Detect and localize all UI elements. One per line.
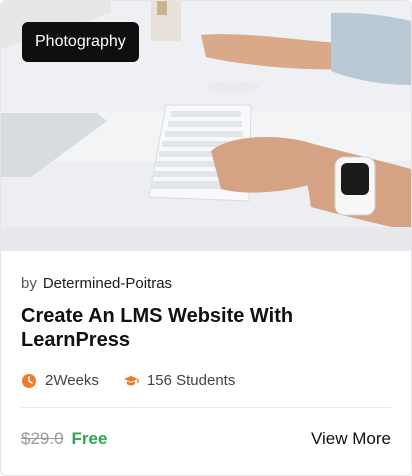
old-price: $29.0 <box>21 429 64 448</box>
price: $29.0 Free <box>21 429 107 449</box>
author-prefix: by <box>21 275 37 292</box>
current-price: Free <box>71 429 108 448</box>
students: 156 Students <box>123 372 235 389</box>
course-title[interactable]: Create An LMS Website With LearnPress <box>21 304 341 352</box>
category-label[interactable]: Photography <box>35 33 126 51</box>
course-footer: $29.0 Free View More <box>21 408 391 470</box>
category-badge[interactable]: Photography <box>22 22 139 62</box>
duration: 2Weeks <box>21 372 99 389</box>
course-thumbnail[interactable]: Photography <box>1 1 411 251</box>
clock-icon <box>22 373 36 388</box>
view-more-link[interactable]: View More <box>311 429 391 449</box>
duration-text: 2Weeks <box>45 372 99 389</box>
course-author: by Determined-Poitras <box>21 275 391 292</box>
course-body: by Determined-Poitras Create An LMS Webs… <box>1 275 411 470</box>
author-name[interactable]: Determined-Poitras <box>43 275 172 292</box>
graduation-cap-icon <box>123 375 139 385</box>
students-text: 156 Students <box>146 372 236 389</box>
course-card[interactable]: Photography by Determined-Poitras Create… <box>0 0 412 476</box>
course-meta: 2Weeks 156 Students <box>21 372 391 389</box>
